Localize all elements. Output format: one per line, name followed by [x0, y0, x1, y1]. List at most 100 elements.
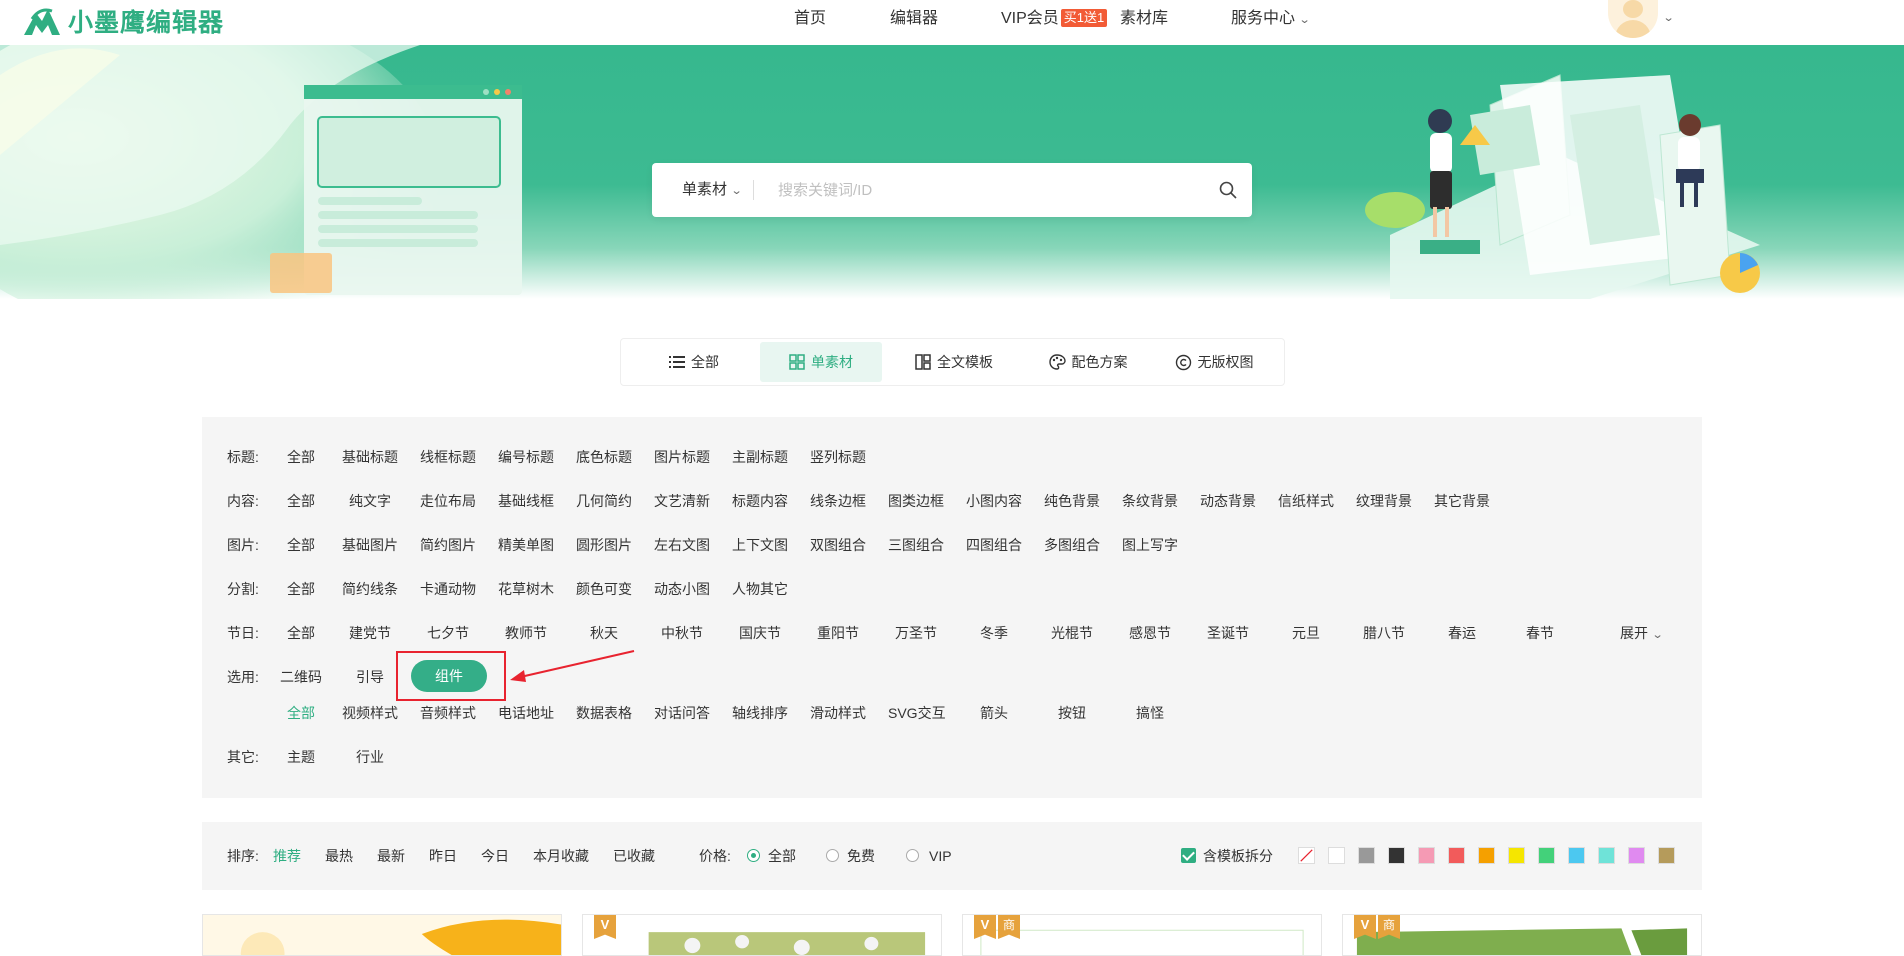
material-card[interactable]: V [582, 914, 942, 956]
filter-item[interactable]: 视频样式 [342, 703, 398, 723]
price-radio-free[interactable] [826, 849, 839, 862]
filter-item[interactable]: 四图组合 [966, 535, 1022, 555]
filter-item[interactable]: 信纸样式 [1278, 491, 1334, 511]
sort-option[interactable]: 最新 [377, 846, 405, 866]
filter-item[interactable]: 线条边框 [810, 491, 866, 511]
chevron-down-icon[interactable]: ⌄ [1663, 11, 1675, 24]
color-swatch[interactable] [1388, 847, 1405, 864]
material-card[interactable]: V 商 [1342, 914, 1702, 956]
filter-item[interactable]: 按钮 [1058, 703, 1086, 723]
filter-item[interactable]: 纯文字 [349, 491, 391, 511]
no-color-swatch[interactable] [1298, 847, 1315, 864]
color-swatch[interactable] [1418, 847, 1435, 864]
filter-item[interactable]: 纯色背景 [1044, 491, 1100, 511]
nav-editor[interactable]: 编辑器 [890, 0, 938, 45]
material-card[interactable] [202, 914, 562, 956]
filter-item[interactable]: 花草树木 [498, 579, 554, 599]
filter-item[interactable]: 三图组合 [888, 535, 944, 555]
filter-item[interactable]: 引导 [356, 667, 384, 687]
filter-item[interactable]: 冬季 [980, 623, 1008, 643]
filter-item[interactable]: 圆形图片 [576, 535, 632, 555]
filter-item[interactable]: SVG交互 [888, 703, 946, 723]
filter-item[interactable]: 标题内容 [732, 491, 788, 511]
filter-item[interactable]: 底色标题 [576, 447, 632, 467]
filter-item[interactable]: 音频样式 [420, 703, 476, 723]
filter-item[interactable]: 主题 [287, 747, 315, 767]
tab-color-scheme[interactable]: 配色方案 [1023, 342, 1153, 382]
filter-item[interactable]: 搞怪 [1136, 703, 1164, 723]
nav-service[interactable]: 服务中心 ⌄ [1231, 0, 1311, 45]
nav-materials[interactable]: 素材库 [1120, 0, 1168, 45]
color-swatch[interactable] [1538, 847, 1555, 864]
filter-item[interactable]: 上下文图 [732, 535, 788, 555]
filter-item[interactable]: 全部 [287, 491, 315, 511]
filter-item[interactable]: 图片标题 [654, 447, 710, 467]
filter-item[interactable]: 线框标题 [420, 447, 476, 467]
filter-item[interactable]: 教师节 [505, 623, 547, 643]
filter-item[interactable]: 人物其它 [732, 579, 788, 599]
filter-item[interactable]: 建党节 [349, 623, 391, 643]
sort-option[interactable]: 已收藏 [613, 846, 655, 866]
color-swatch[interactable] [1448, 847, 1465, 864]
filter-item[interactable]: 纹理背景 [1356, 491, 1412, 511]
filter-item[interactable]: 春运 [1448, 623, 1476, 643]
filter-item[interactable]: 重阳节 [817, 623, 859, 643]
filter-item[interactable]: 主副标题 [732, 447, 788, 467]
filter-item[interactable]: 元旦 [1292, 623, 1320, 643]
color-swatch[interactable] [1328, 847, 1345, 864]
filter-item[interactable]: 多图组合 [1044, 535, 1100, 555]
color-swatch[interactable] [1478, 847, 1495, 864]
filter-item[interactable]: 对话问答 [654, 703, 710, 723]
filter-item[interactable]: 全部 [287, 447, 315, 467]
filter-item[interactable]: 滑动样式 [810, 703, 866, 723]
filter-item[interactable]: 条纹背景 [1122, 491, 1178, 511]
material-card[interactable]: V 商 [962, 914, 1322, 956]
filter-item[interactable]: 基础标题 [342, 447, 398, 467]
filter-item[interactable]: 万圣节 [895, 623, 937, 643]
tab-all[interactable]: 全部 [641, 342, 747, 382]
filter-item[interactable]: 走位布局 [420, 491, 476, 511]
filter-item-active[interactable]: 全部 [287, 703, 315, 723]
sort-option[interactable]: 昨日 [429, 846, 457, 866]
sort-option[interactable]: 最热 [325, 846, 353, 866]
price-radio-all[interactable] [747, 849, 760, 862]
filter-item[interactable]: 全部 [287, 535, 315, 555]
filter-item[interactable]: 箭头 [980, 703, 1008, 723]
filter-item[interactable]: 精美单图 [498, 535, 554, 555]
expand-toggle[interactable]: 展开 ⌄ [1620, 623, 1664, 645]
filter-item[interactable]: 图上写字 [1122, 535, 1178, 555]
nav-vip[interactable]: VIP会员 买1送1 [1001, 0, 1108, 45]
sort-option-active[interactable]: 推荐 [273, 846, 301, 866]
filter-item[interactable]: 数据表格 [576, 703, 632, 723]
tab-full-template[interactable]: 全文模板 [893, 342, 1015, 382]
filter-item[interactable]: 电话地址 [498, 703, 554, 723]
filter-item[interactable]: 几何简约 [576, 491, 632, 511]
search-icon[interactable] [1218, 180, 1238, 200]
color-swatch[interactable] [1658, 847, 1675, 864]
filter-item[interactable]: 圣诞节 [1207, 623, 1249, 643]
filter-item[interactable]: 其它背景 [1434, 491, 1490, 511]
filter-item[interactable]: 春节 [1526, 623, 1554, 643]
filter-item[interactable]: 卡通动物 [420, 579, 476, 599]
filter-item[interactable]: 简约线条 [342, 579, 398, 599]
filter-item[interactable]: 动态背景 [1200, 491, 1256, 511]
filter-item[interactable]: 双图组合 [810, 535, 866, 555]
filter-item[interactable]: 中秋节 [661, 623, 703, 643]
filter-item[interactable]: 颜色可变 [576, 579, 632, 599]
filter-item[interactable]: 文艺清新 [654, 491, 710, 511]
filter-item[interactable]: 基础图片 [342, 535, 398, 555]
search-type-dropdown[interactable]: 单素材 ⌄ [682, 163, 743, 218]
sort-option[interactable]: 本月收藏 [533, 846, 589, 866]
filter-item[interactable]: 光棍节 [1051, 623, 1093, 643]
filter-item[interactable]: 轴线排序 [732, 703, 788, 723]
color-swatch[interactable] [1508, 847, 1525, 864]
filter-item[interactable]: 图类边框 [888, 491, 944, 511]
tab-copyright-free[interactable]: 无版权图 [1156, 342, 1272, 382]
filter-item[interactable]: 竖列标题 [810, 447, 866, 467]
sort-option[interactable]: 今日 [481, 846, 509, 866]
filter-item[interactable]: 全部 [287, 579, 315, 599]
price-radio-vip[interactable] [906, 849, 919, 862]
tab-single-material[interactable]: 单素材 [760, 342, 882, 382]
filter-item[interactable]: 二维码 [280, 667, 322, 687]
filter-item[interactable]: 左右文图 [654, 535, 710, 555]
